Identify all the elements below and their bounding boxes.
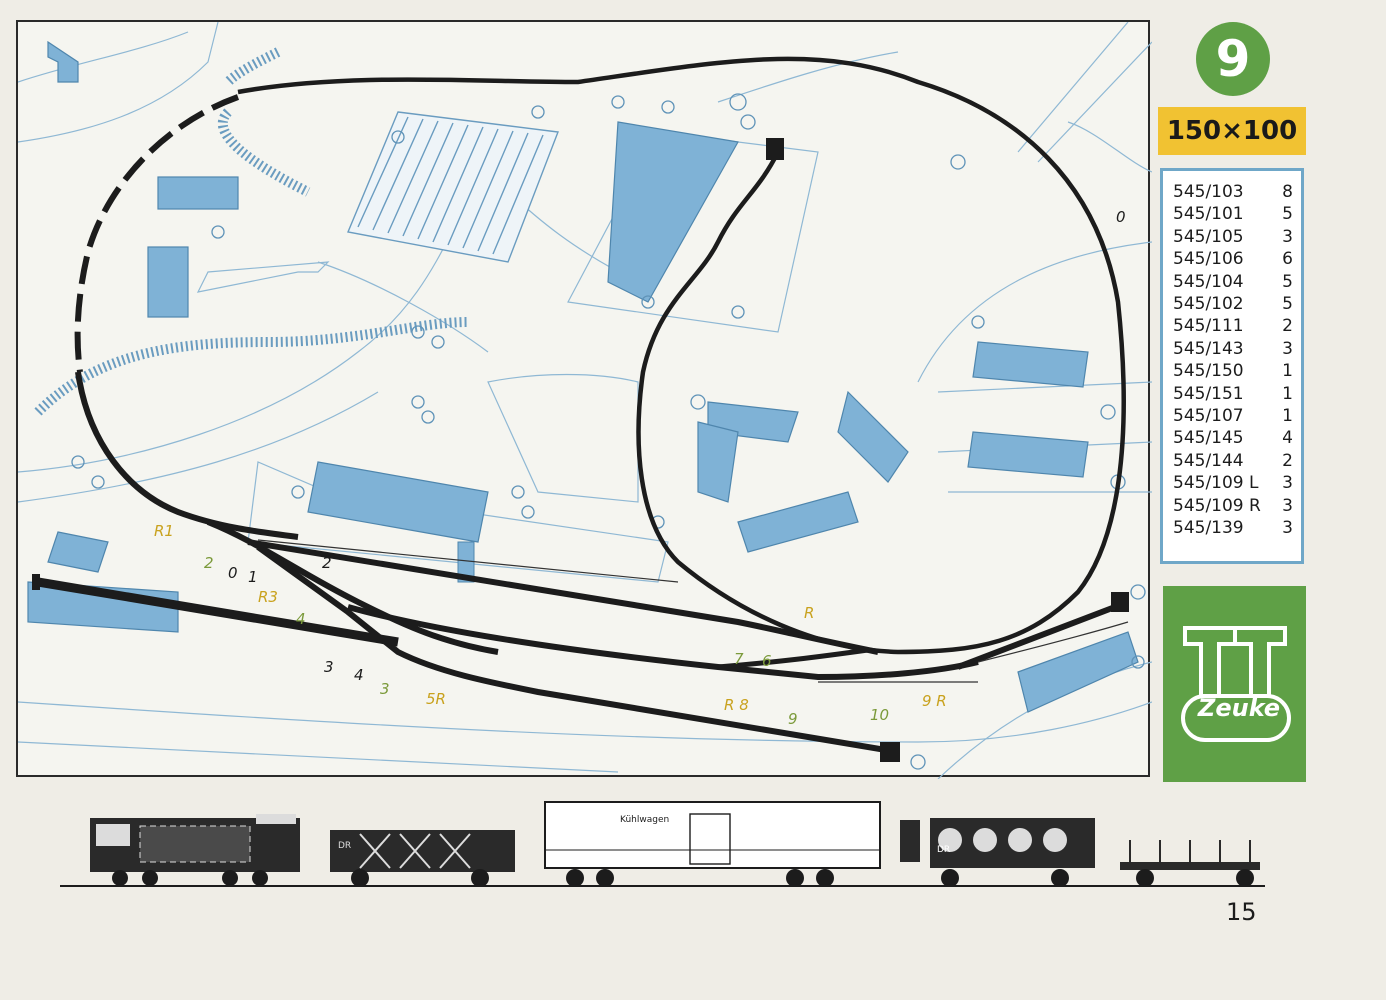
part-qty: 3 xyxy=(1282,226,1293,247)
label-7: 7 xyxy=(734,650,744,668)
buffer-stops xyxy=(32,138,1129,762)
parts-row: 545/102 5 xyxy=(1173,293,1293,315)
label-r: R xyxy=(804,604,814,622)
part-code: 545/151 xyxy=(1173,383,1244,404)
parts-row: 545/101 5 xyxy=(1173,203,1293,225)
part-code: 545/144 xyxy=(1173,450,1244,471)
parts-row: 545/139 3 xyxy=(1173,517,1293,539)
parts-row: 545/104 5 xyxy=(1173,271,1293,293)
part-code: 545/109 R xyxy=(1173,495,1261,516)
label-2a: 2 xyxy=(204,554,214,572)
part-code: 545/105 xyxy=(1173,226,1244,247)
label-3b: 3 xyxy=(380,680,390,698)
label-10: 10 xyxy=(870,706,889,724)
part-qty: 6 xyxy=(1282,249,1293,270)
wagon-label-dr2: DR xyxy=(937,845,950,855)
part-code: 545/103 xyxy=(1173,182,1244,202)
layout-size-label: 150×100 xyxy=(1158,107,1306,155)
part-code: 545/106 xyxy=(1173,249,1244,270)
part-qty: 5 xyxy=(1282,271,1293,292)
terrain xyxy=(18,22,1152,779)
parts-row: 545/105 3 xyxy=(1173,226,1293,248)
part-qty: 2 xyxy=(1282,450,1293,471)
part-code: 545/104 xyxy=(1173,271,1244,292)
part-code: 545/145 xyxy=(1173,428,1244,449)
parts-row: 545/107 1 xyxy=(1173,405,1293,427)
label-5r: 5R xyxy=(426,690,446,708)
parts-row: 545/143 3 xyxy=(1173,338,1293,360)
label-9r: 9 R xyxy=(922,692,947,710)
parts-row: 545/111 2 xyxy=(1173,315,1293,337)
field xyxy=(347,111,559,263)
part-qty: 1 xyxy=(1282,406,1293,427)
parts-row: 545/106 6 xyxy=(1173,248,1293,270)
part-qty: 3 xyxy=(1282,495,1293,516)
label-r1: R1 xyxy=(154,522,174,540)
tt-logo-icon xyxy=(1181,626,1291,742)
part-code: 545/139 xyxy=(1173,518,1244,539)
page-number: 15 xyxy=(1226,898,1257,926)
track-plan: R1 2 0 1 2 R3 4 3 4 3 5R 0 R 7 6 R 8 9 1… xyxy=(16,20,1152,779)
part-qty: 2 xyxy=(1282,316,1293,337)
label-r3: R3 xyxy=(258,588,278,606)
train-illustration: DR Kühlwagen DR xyxy=(60,801,1265,887)
label-4b: 4 xyxy=(354,666,364,684)
part-qty: 3 xyxy=(1282,473,1293,494)
diesel-locomotive xyxy=(90,814,300,886)
label-1: 1 xyxy=(248,568,258,586)
label-r8: R 8 xyxy=(724,696,749,714)
label-6: 6 xyxy=(762,652,772,670)
wagon-label-reefer: Kühlwagen xyxy=(620,815,669,825)
label-2b: 2 xyxy=(322,554,332,572)
label-3: 3 xyxy=(324,658,334,676)
part-qty: 3 xyxy=(1282,518,1293,539)
flat-wagon xyxy=(1120,840,1260,887)
part-code: 545/150 xyxy=(1173,361,1244,382)
refrigerator-wagon: Kühlwagen xyxy=(544,801,881,887)
zeuke-logo xyxy=(1163,586,1306,782)
thin-rails xyxy=(257,539,1129,683)
label-0-top: 0 xyxy=(1116,208,1126,226)
parts-row: 545/144 2 xyxy=(1173,450,1293,472)
part-code: 545/101 xyxy=(1173,204,1244,225)
parts-row: 545/151 1 xyxy=(1173,383,1293,405)
parts-row: 545/109 R 3 xyxy=(1173,495,1293,517)
parts-list: 545/103 8 545/101 5 545/105 3 545/106 6 545/… xyxy=(1160,168,1304,564)
part-code: 545/102 xyxy=(1173,294,1244,315)
part-qty: 5 xyxy=(1282,294,1293,315)
label-9: 9 xyxy=(788,710,798,728)
parts-row: 545/103 8 xyxy=(1173,181,1293,203)
part-code: 545/111 xyxy=(1173,316,1244,337)
parts-row: 545/109 L 3 xyxy=(1173,472,1293,494)
label-0: 0 xyxy=(228,564,238,582)
wagon-label-dr1: DR xyxy=(338,841,351,851)
track-plan-drawing: R1 2 0 1 2 R3 4 3 4 3 5R 0 R 7 6 R 8 9 1… xyxy=(18,22,1152,779)
parts-row: 545/145 4 xyxy=(1173,427,1293,449)
zeuke-wordmark: Zeuke xyxy=(1197,694,1281,722)
container-wagon: DR xyxy=(900,818,1095,887)
part-qty: 4 xyxy=(1282,428,1293,449)
parts-row: 545/150 1 xyxy=(1173,360,1293,382)
part-code: 545/107 xyxy=(1173,406,1244,427)
part-qty: 1 xyxy=(1282,383,1293,404)
label-4: 4 xyxy=(296,610,306,628)
part-qty: 8 xyxy=(1282,182,1293,202)
part-qty: 5 xyxy=(1282,204,1293,225)
part-code: 545/109 L xyxy=(1173,473,1259,494)
part-qty: 3 xyxy=(1282,338,1293,359)
layout-number-badge: 9 xyxy=(1196,22,1270,96)
part-code: 545/143 xyxy=(1173,338,1244,359)
open-goods-wagon: DR xyxy=(330,830,515,887)
part-qty: 1 xyxy=(1282,361,1293,382)
